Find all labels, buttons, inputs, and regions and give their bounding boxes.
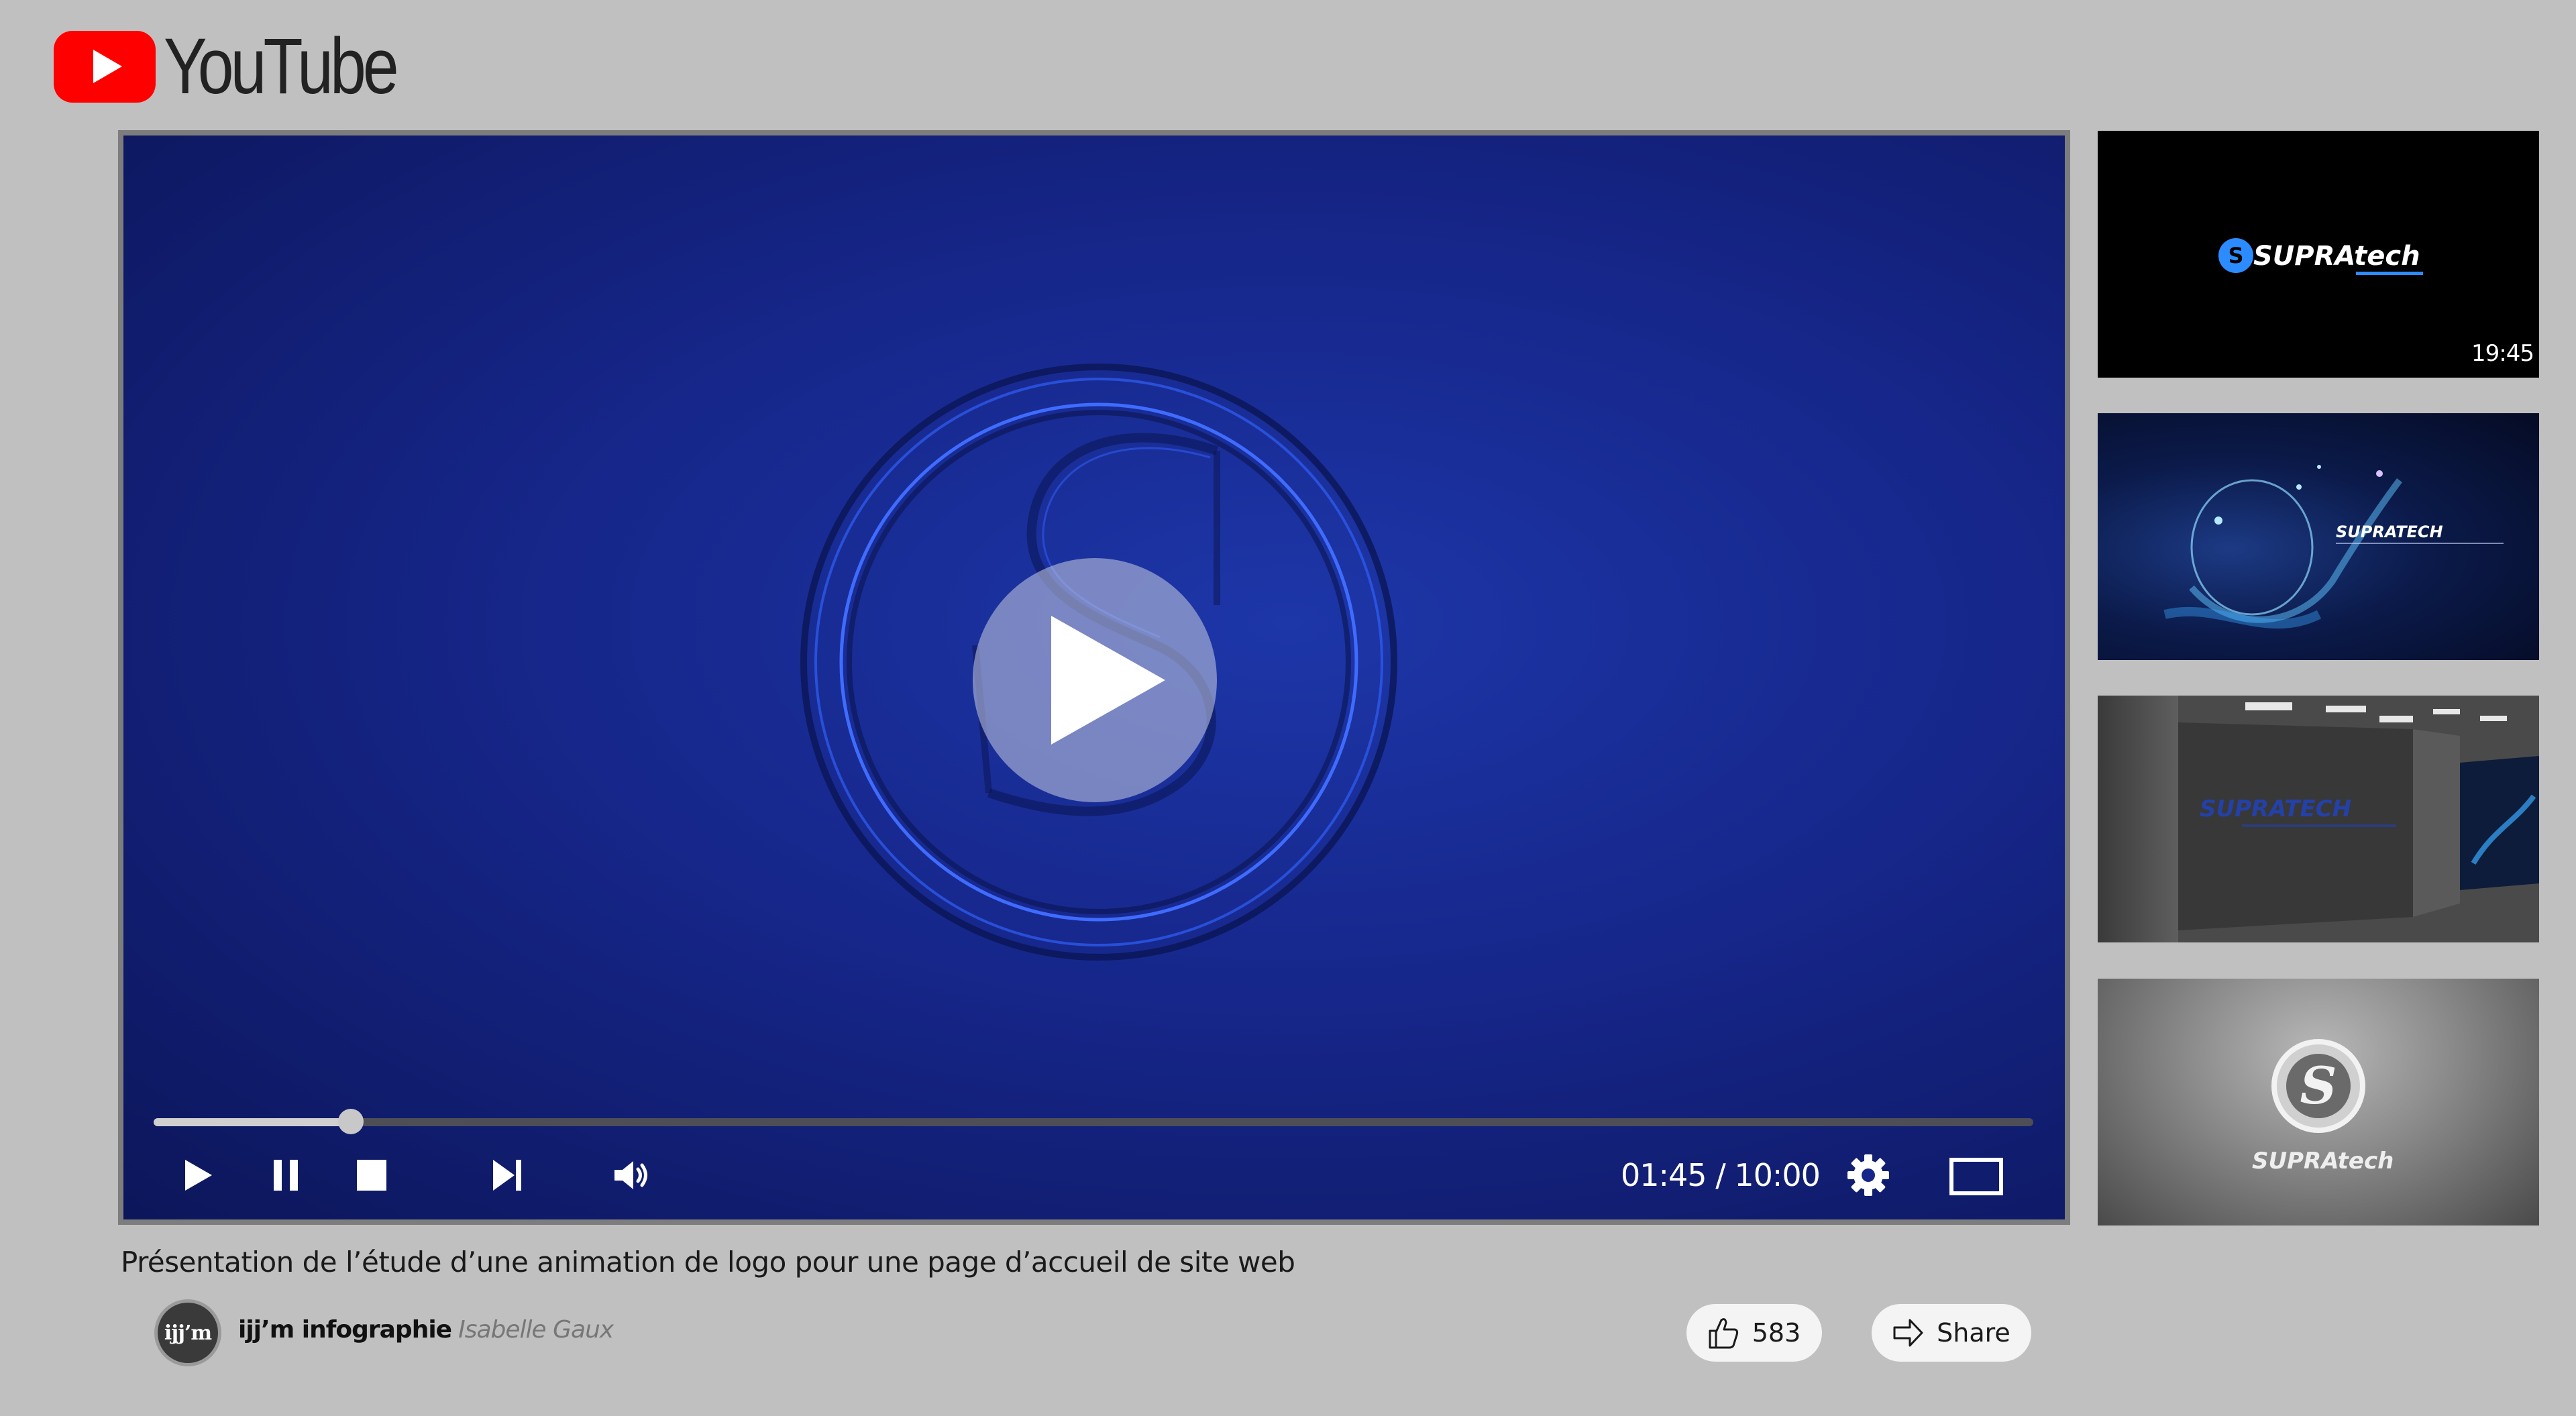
thumbnail-3-logo-text: SUPRATECH xyxy=(2200,796,2351,822)
big-play-button[interactable] xyxy=(973,558,1217,802)
related-video-thumbnail-4[interactable]: S SUPRAtech xyxy=(2098,979,2539,1226)
related-video-thumbnail-1[interactable]: S SUPRAtech 19:45 xyxy=(2098,131,2539,378)
metal-logo-artwork: S SUPRAtech xyxy=(2252,1039,2394,1175)
skip-next-button[interactable] xyxy=(486,1154,529,1197)
play-button[interactable] xyxy=(177,1154,220,1197)
progress-scrubber-knob[interactable] xyxy=(338,1109,364,1134)
stop-button[interactable] xyxy=(350,1154,393,1197)
big-play-icon xyxy=(1051,616,1165,745)
thumbnail-1-logo-text: SUPRAtech xyxy=(2253,241,2420,272)
pause-icon xyxy=(274,1160,298,1191)
play-icon xyxy=(185,1160,212,1191)
svg-text:S: S xyxy=(2300,1056,2337,1115)
video-duration-badge: 19:45 xyxy=(2471,340,2534,367)
time-current: 01:45 xyxy=(1621,1157,1707,1193)
channel-author: Isabelle Gaux xyxy=(458,1316,614,1344)
office-wall-logo-artwork: SUPRATECH xyxy=(2178,696,2539,942)
skip-next-icon xyxy=(493,1160,521,1191)
theater-mode-button[interactable] xyxy=(1948,1155,2004,1198)
channel-avatar[interactable]: ijj’m xyxy=(154,1299,221,1366)
time-total: 10:00 xyxy=(1734,1157,1821,1193)
thumbnail-4-logo-text: SUPRAtech xyxy=(2252,1148,2394,1175)
like-count: 583 xyxy=(1752,1318,1801,1348)
svg-text:S: S xyxy=(2228,243,2243,268)
youtube-play-logo-icon xyxy=(54,30,156,103)
related-video-thumbnail-3[interactable]: SUPRATECH xyxy=(2098,696,2539,942)
progress-bar-played xyxy=(154,1118,352,1126)
thumbs-up-icon xyxy=(1709,1318,1738,1349)
thumbnail-2-logo-text: SUPRATECH xyxy=(2336,523,2443,541)
share-button[interactable]: Share xyxy=(1872,1304,2031,1362)
like-button[interactable]: 583 xyxy=(1686,1304,1822,1362)
share-label: Share xyxy=(1937,1318,2010,1348)
channel-avatar-monogram: ijj’m xyxy=(164,1321,212,1345)
youtube-logo[interactable]: YouTube xyxy=(54,22,447,111)
video-player[interactable]: 01:45 / 10:00 xyxy=(118,130,2070,1225)
progress-bar[interactable] xyxy=(154,1109,2033,1134)
theater-mode-icon xyxy=(1949,1158,2003,1195)
stop-icon xyxy=(357,1160,386,1191)
video-title: Présentation de l’étude d’une animation … xyxy=(121,1246,1295,1278)
volume-icon xyxy=(614,1161,647,1189)
time-display: 01:45 / 10:00 xyxy=(1621,1157,1821,1193)
settings-gear-icon xyxy=(1847,1154,1889,1196)
channel-info: ijj’m infographie Isabelle Gaux xyxy=(238,1316,614,1344)
channel-name[interactable]: ijj’m infographie xyxy=(238,1316,452,1344)
share-arrow-icon xyxy=(1893,1319,1923,1347)
water-splash-sphere-artwork: SUPRATECH xyxy=(2163,465,2504,629)
related-video-thumbnail-2[interactable]: SUPRATECH xyxy=(2098,413,2539,660)
volume-button[interactable] xyxy=(610,1154,653,1197)
youtube-wordmark: YouTube xyxy=(164,22,399,111)
settings-button[interactable] xyxy=(1845,1152,1892,1199)
pause-button[interactable] xyxy=(264,1154,307,1197)
